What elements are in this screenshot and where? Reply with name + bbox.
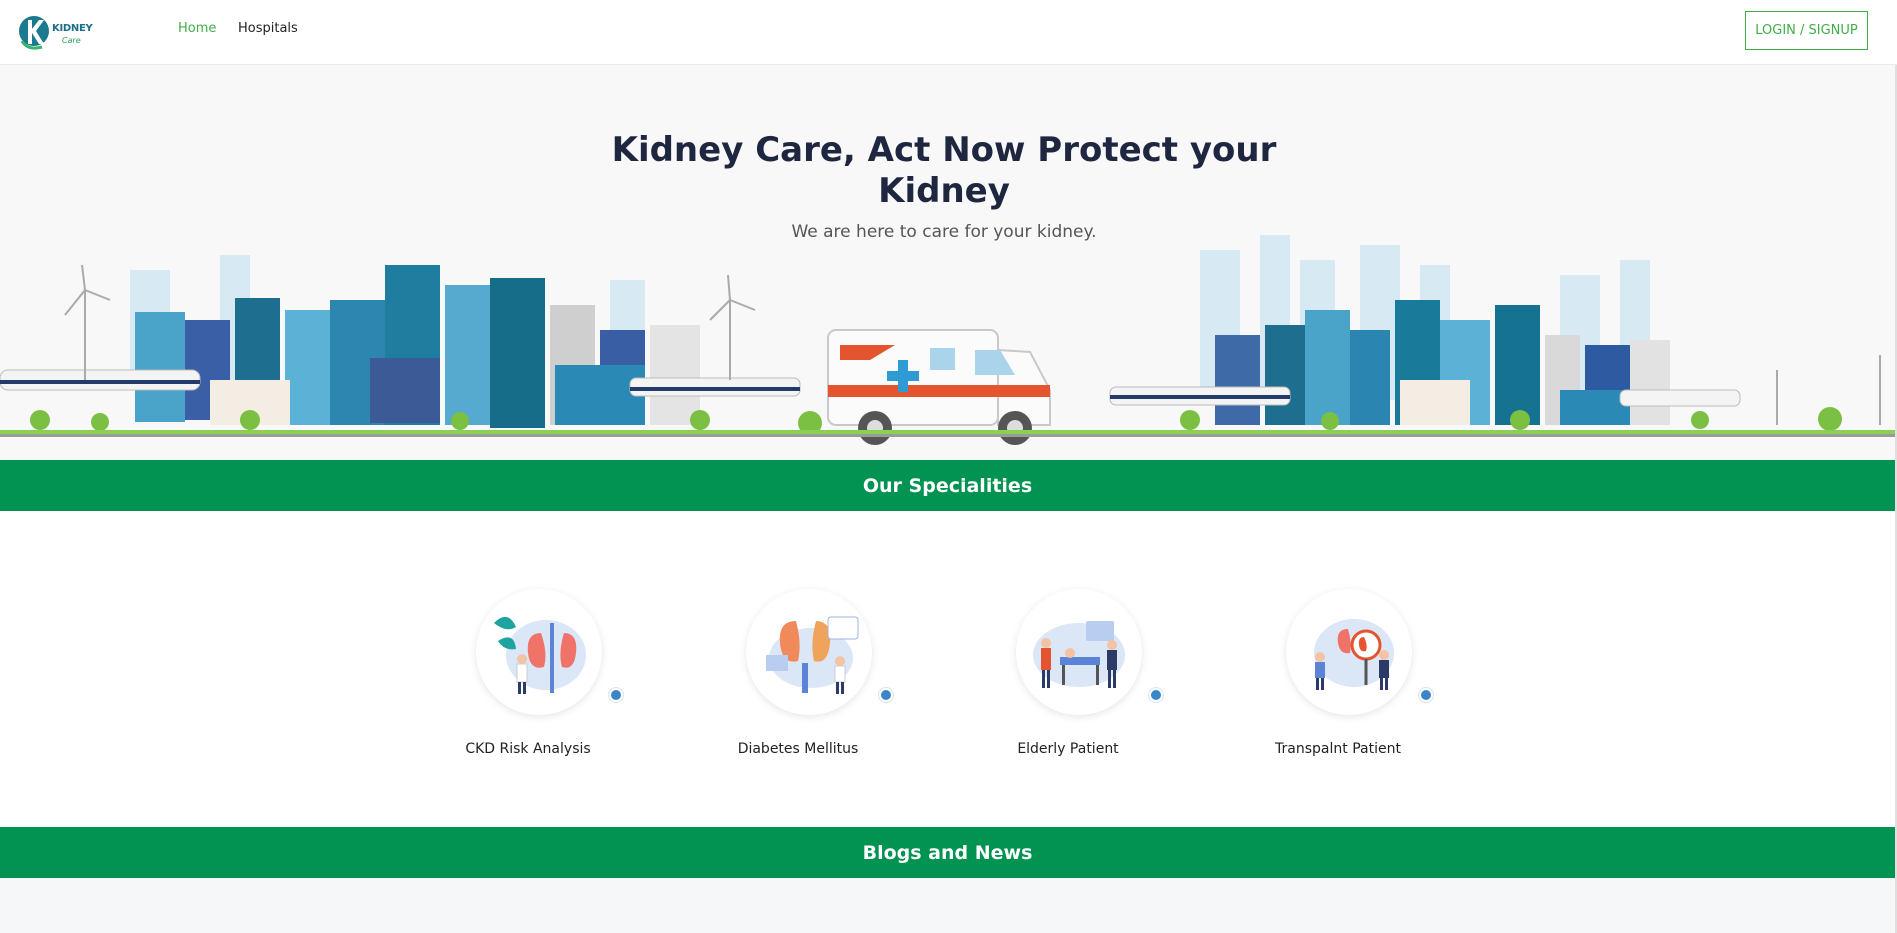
speciality-card-elderly[interactable]: Elderly Patient: [978, 588, 1163, 768]
speciality-indicator-dot: [879, 688, 893, 702]
speciality-image-frame[interactable]: [476, 589, 623, 715]
kidney-doctor-icon: [494, 616, 586, 694]
speciality-indicator-dot: [1419, 688, 1433, 702]
speciality-indicator-dot: [1149, 688, 1163, 702]
specialities-heading: Our Specialities: [862, 474, 1033, 497]
speciality-card-ckd[interactable]: CKD Risk Analysis: [438, 588, 623, 768]
nav-link-home[interactable]: Home: [178, 21, 216, 36]
speciality-indicator-dot: [609, 688, 623, 702]
blogs-section: [0, 878, 1897, 933]
ambulance-illustration: [827, 329, 1051, 445]
speciality-label: CKD Risk Analysis: [465, 741, 591, 757]
hospital-bed-icon: [1033, 621, 1125, 688]
speciality-image-frame[interactable]: [746, 589, 893, 715]
speciality-image-frame[interactable]: [1016, 589, 1163, 715]
speciality-label: Diabetes Mellitus: [737, 741, 859, 757]
speciality-card-diabetes[interactable]: Diabetes Mellitus: [708, 588, 893, 768]
kidney-monitor-icon: [766, 616, 859, 694]
logo-text-kidney: KIDNEY: [52, 23, 93, 34]
speciality-card-transplant[interactable]: Transpalnt Patient: [1248, 588, 1433, 768]
blogs-heading-bar: Blogs and News: [0, 827, 1895, 878]
speciality-image-frame[interactable]: [1286, 589, 1433, 715]
logo-text-care: Care: [62, 36, 81, 45]
hero-section: Kidney Care, Act Now Protect your Kidney…: [0, 65, 1897, 460]
login-signup-button[interactable]: LOGIN / SIGNUP: [1745, 11, 1868, 50]
blogs-heading: Blogs and News: [862, 841, 1033, 864]
speciality-label: Elderly Patient: [1017, 741, 1119, 757]
nav-link-hospitals[interactable]: Hospitals: [238, 21, 298, 36]
hero-title: Kidney Care, Act Now Protect your Kidney: [611, 130, 1277, 211]
top-navbar: KIDNEY Care Home Hospitals LOGIN / SIGNU…: [0, 0, 1897, 65]
city-skyline-illustration: [0, 235, 1897, 445]
specialities-heading-bar: Our Specialities: [0, 460, 1895, 511]
kidney-magnifier-icon: [1314, 619, 1394, 690]
logo-k-icon: [19, 16, 49, 50]
kidney-care-logo[interactable]: KIDNEY Care: [18, 9, 98, 53]
speciality-label: Transpalnt Patient: [1275, 741, 1401, 757]
